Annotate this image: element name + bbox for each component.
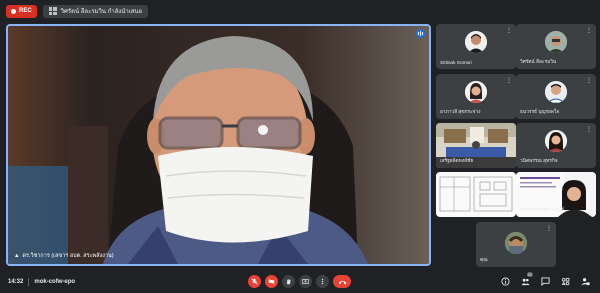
- activities-button[interactable]: [560, 276, 570, 286]
- participant-tile[interactable]: ⋮ ธนวรรธ์ บุญรอดใจ: [516, 74, 596, 119]
- participant-avatar: [545, 31, 567, 53]
- more-button[interactable]: [316, 275, 329, 288]
- main-speaker-name: ▲ ดร.วิชาการ (เลขาฯ อบต. สระพลังงาน): [14, 253, 114, 259]
- chat-button[interactable]: [540, 276, 550, 286]
- main-speaker-tile[interactable]: ▲ ดร.วิชาการ (เลขาฯ อบต. สระพลังงาน): [6, 24, 431, 266]
- camera-off-icon: [268, 278, 275, 285]
- chat-icon: [540, 276, 550, 286]
- mic-off-icon: [251, 278, 258, 285]
- participant-tile[interactable]: ⋮ อาภาวลี สุขกระจ่าง: [436, 74, 516, 119]
- speaking-indicator-icon: [416, 29, 425, 38]
- participant-tile[interactable]: ⋮ เสริฐผลิตหงส์ชัย: [436, 123, 516, 168]
- presenter-banner[interactable]: วิศรัตน์ ลีละรมวิน กำลังนำเสนอ: [42, 4, 149, 18]
- participant-name: เสริฐผลิตหงส์ชัย: [440, 159, 474, 164]
- present-button[interactable]: [299, 275, 312, 288]
- participant-name: Sittisak Somsri: [440, 61, 472, 66]
- more-options-icon[interactable]: ⋮: [506, 27, 512, 34]
- more-options-icon[interactable]: ⋮: [586, 175, 592, 182]
- participant-tile[interactable]: ⋮: [436, 172, 516, 217]
- grid-icon: [48, 7, 57, 15]
- participant-avatar: [465, 81, 487, 103]
- people-button[interactable]: 21: [520, 272, 533, 286]
- rec-label: REC: [19, 8, 32, 14]
- more-options-icon[interactable]: ⋮: [546, 225, 552, 232]
- divider: [28, 278, 30, 286]
- presenter-label: วิศรัตน์ ลีละรมวิน กำลังนำเสนอ: [60, 9, 143, 15]
- shared-screen-thumbnail: [436, 172, 516, 217]
- side-panel-controls: 21: [500, 272, 590, 286]
- info-button[interactable]: [500, 276, 510, 286]
- lock-person-icon: [580, 277, 590, 285]
- participant-tile[interactable]: ⋮ มหาวิทยาลัยกาฬสินธุ์: [516, 172, 596, 217]
- leave-call-button[interactable]: [333, 275, 351, 288]
- host-controls-button[interactable]: [580, 276, 590, 286]
- meet-window: REC วิศรัตน์ ลีละรมวิน กำลังนำเสนอ ▲ ดร.…: [0, 0, 600, 293]
- participant-count-badge: 21: [526, 272, 533, 277]
- raise-hand-button[interactable]: [282, 275, 295, 288]
- present-screen-icon: [302, 279, 309, 284]
- more-options-icon[interactable]: ⋮: [586, 77, 592, 84]
- clock-time: 14:32: [8, 279, 24, 285]
- more-options-icon[interactable]: ⋮: [506, 126, 512, 133]
- camera-off-button[interactable]: [265, 275, 278, 288]
- bottom-bar: 14:32 mok-cofw-epo 21: [0, 271, 600, 293]
- more-vert-icon: [321, 278, 324, 285]
- participant-name: มหาวิทยาลัยกาฬสินธุ์: [520, 208, 565, 213]
- participant-name: ธนวรรธ์ บุญรอดใจ: [520, 110, 560, 115]
- mic-off-button[interactable]: [248, 275, 261, 288]
- speaker-video: [8, 26, 429, 264]
- more-options-icon[interactable]: ⋮: [586, 27, 592, 34]
- participant-name: วิศรัตน์ ลีละรมวิน: [520, 60, 557, 65]
- hand-icon: [287, 279, 291, 285]
- more-options-icon[interactable]: ⋮: [586, 126, 592, 133]
- participant-avatar: [465, 31, 487, 53]
- call-controls: [248, 275, 351, 288]
- participant-name: วนิดพรรณ สุทรกิจ: [520, 159, 558, 164]
- top-bar: REC วิศรัตน์ ลีละรมวิน กำลังนำเสนอ: [0, 0, 600, 22]
- participant-tile[interactable]: ⋮ วนิดพรรณ สุทรกิจ: [516, 123, 596, 168]
- info-icon: [500, 276, 510, 286]
- participant-name: อาภาวลี สุขกระจ่าง: [440, 110, 481, 115]
- more-options-icon[interactable]: ⋮: [506, 77, 512, 84]
- pin-icon: ▲: [14, 253, 20, 259]
- participant-tile[interactable]: ⋮ คุณ: [476, 222, 556, 267]
- participant-name: คุณ: [480, 258, 488, 263]
- participant-tile[interactable]: ⋮ Sittisak Somsri: [436, 24, 516, 69]
- record-dot-icon: [11, 8, 16, 14]
- meeting-info: 14:32 mok-cofw-epo: [8, 271, 75, 293]
- recording-badge[interactable]: REC: [6, 4, 37, 18]
- hang-up-icon: [338, 280, 346, 284]
- people-icon: [520, 278, 530, 285]
- participant-avatar: [505, 232, 527, 254]
- activities-icon: [561, 277, 569, 285]
- participant-avatar: [545, 81, 567, 103]
- participant-tile[interactable]: ⋮ วิศรัตน์ ลีละรมวิน: [516, 24, 596, 69]
- meeting-code: mok-cofw-epo: [34, 279, 76, 285]
- more-options-icon[interactable]: ⋮: [506, 175, 512, 182]
- participant-avatar: [545, 130, 567, 152]
